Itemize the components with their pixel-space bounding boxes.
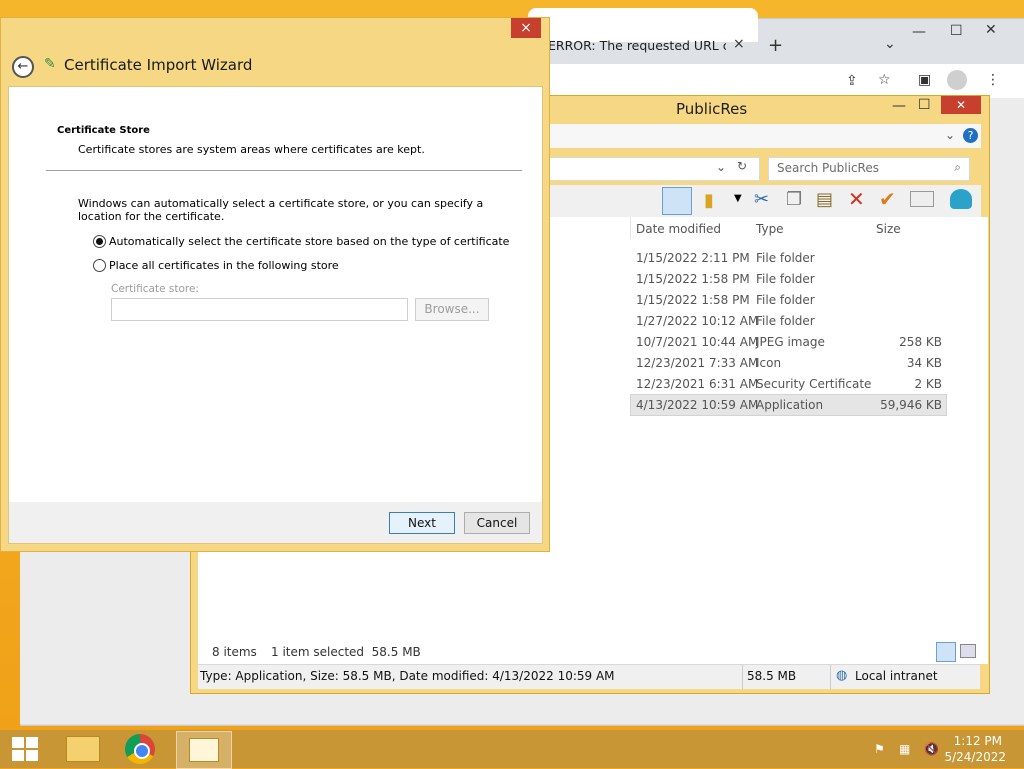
ribbon-expand-icon[interactable]: ⌄	[945, 128, 955, 142]
row-size[interactable]: 2 KB	[870, 377, 942, 391]
properties-check-icon[interactable]: ✔	[879, 187, 896, 211]
file-explorer-taskbar-icon[interactable]	[58, 731, 106, 767]
tab-close-icon[interactable]: ×	[733, 36, 745, 52]
next-button[interactable]: Next	[389, 512, 455, 534]
paste-icon[interactable]: ▤	[816, 189, 833, 210]
maximize-icon[interactable]: ☐	[950, 23, 963, 39]
volume-muted-icon[interactable]: 🔇	[924, 742, 939, 756]
address-dropdown-icon[interactable]: ⌄	[716, 160, 726, 174]
row-date[interactable]: 1/27/2022 10:12 AM	[636, 314, 758, 328]
row-date[interactable]: 4/13/2022 10:59 AM	[636, 398, 758, 412]
dialog-close-button[interactable]: ×	[511, 18, 541, 38]
chrome-tab-title[interactable]: ERROR: The requested URL could	[548, 38, 726, 53]
row-size[interactable]: 34 KB	[870, 356, 942, 370]
row-type[interactable]: Security Certificate	[756, 377, 871, 391]
browse-button[interactable]: Browse...	[415, 298, 489, 321]
chrome-taskbar-icon[interactable]	[116, 731, 164, 767]
row-size[interactable]: 59,946 KB	[870, 398, 942, 412]
help-icon[interactable]: ?	[963, 128, 978, 143]
info-details: Type: Application, Size: 58.5 MB, Date m…	[200, 669, 615, 683]
section-divider	[46, 170, 522, 171]
row-type[interactable]: File folder	[756, 272, 815, 286]
row-date[interactable]: 1/15/2022 2:11 PM	[636, 251, 750, 265]
radio-auto-select-label[interactable]: Automatically select the certificate sto…	[109, 235, 509, 248]
share-icon[interactable]: ⇪	[846, 73, 858, 89]
certificate-icon: ✎	[44, 56, 56, 72]
menu-kebab-icon[interactable]: ⋮	[986, 72, 1000, 88]
cancel-button[interactable]: Cancel	[464, 512, 530, 534]
status-selection: 1 item selected 58.5 MB	[271, 645, 421, 659]
preview-pane-icon[interactable]	[662, 187, 692, 215]
row-date[interactable]: 12/23/2021 6:31 AM	[636, 377, 758, 391]
address-bar[interactable]	[548, 157, 760, 181]
certificate-wizard-taskbar-icon[interactable]	[176, 731, 232, 769]
details-view-icon[interactable]	[936, 642, 956, 662]
chrome-tab[interactable]	[528, 8, 758, 42]
rename-icon[interactable]	[910, 191, 934, 207]
info-size: 58.5 MB	[747, 669, 797, 683]
row-date[interactable]: 1/15/2022 1:58 PM	[636, 272, 750, 286]
row-type[interactable]: Application	[756, 398, 823, 412]
tab-search-chevron-icon[interactable]: ⌄	[884, 36, 896, 52]
info-bar: Type: Application, Size: 58.5 MB, Date m…	[198, 664, 980, 689]
status-item-count: 8 items	[212, 645, 257, 659]
info-divider	[830, 665, 831, 689]
certificate-store-label: Certificate store:	[111, 283, 199, 295]
clock-date[interactable]: 5/24/2022	[940, 750, 1006, 764]
cut-icon[interactable]: ✂	[754, 189, 769, 210]
close-icon[interactable]: ✕	[985, 22, 997, 38]
explorer-ribbon	[548, 124, 981, 148]
delete-icon[interactable]: ✕	[848, 187, 865, 211]
status-bar: 8 items 1 item selected 58.5 MB	[198, 642, 988, 664]
search-placeholder: Search PublicRes	[777, 161, 879, 175]
radio-place-in-store[interactable]	[93, 259, 106, 272]
network-icon[interactable]	[950, 189, 972, 209]
dialog-title: Certificate Import Wizard	[64, 56, 253, 74]
network-tray-icon[interactable]: ▦	[899, 742, 910, 756]
copy-icon[interactable]: ❐	[786, 189, 802, 210]
row-date[interactable]: 1/15/2022 1:58 PM	[636, 293, 750, 307]
profile-avatar[interactable]	[947, 70, 967, 90]
side-panel-icon[interactable]: ▣	[918, 72, 931, 88]
info-divider	[742, 665, 743, 689]
explorer-maximize-icon[interactable]: ☐	[918, 97, 931, 113]
search-input[interactable]: Search PublicRes ⌕	[768, 157, 970, 181]
folder-view-icon[interactable]: ▮	[704, 190, 714, 211]
windows-start-icon[interactable]	[12, 737, 38, 761]
row-date[interactable]: 12/23/2021 7:33 AM	[636, 356, 758, 370]
section-heading: Certificate Store	[57, 125, 150, 136]
dropdown-arrow-icon[interactable]: ▼	[734, 193, 742, 204]
globe-icon: ◍	[836, 668, 848, 683]
section-subheading: Certificate stores are system areas wher…	[78, 143, 425, 156]
large-icons-view-icon[interactable]	[960, 644, 976, 658]
radio-place-in-store-label[interactable]: Place all certificates in the following …	[109, 259, 339, 272]
column-type[interactable]: Type	[756, 222, 784, 236]
row-type[interactable]: File folder	[756, 293, 815, 307]
clock-time[interactable]: 1:12 PM	[940, 734, 1002, 748]
dialog-button-bar	[8, 502, 543, 544]
column-date-modified[interactable]: Date modified	[636, 222, 721, 236]
new-tab-icon[interactable]: +	[768, 35, 783, 56]
back-arrow-icon[interactable]: ←	[12, 56, 34, 78]
row-type[interactable]: Icon	[756, 356, 781, 370]
radio-auto-select[interactable]	[93, 235, 106, 248]
row-date[interactable]: 10/7/2021 10:44 AM	[636, 335, 758, 349]
minimize-icon[interactable]: —	[912, 24, 926, 40]
certificate-store-field[interactable]	[111, 298, 408, 321]
explorer-title: PublicRes	[676, 100, 748, 118]
explorer-minimize-icon[interactable]: —	[892, 98, 906, 114]
row-type[interactable]: JPEG image	[756, 335, 825, 349]
search-icon: ⌕	[954, 160, 961, 174]
column-divider	[630, 217, 631, 239]
bookmark-star-icon[interactable]: ☆	[878, 72, 891, 88]
description-text: Windows can automatically select a certi…	[78, 197, 484, 223]
info-zone: Local intranet	[855, 669, 938, 683]
column-size[interactable]: Size	[876, 222, 901, 236]
row-type[interactable]: File folder	[756, 251, 815, 265]
row-size[interactable]: 258 KB	[870, 335, 942, 349]
refresh-icon[interactable]: ↻	[737, 159, 747, 173]
explorer-close-icon[interactable]: ✕	[941, 96, 981, 114]
row-type[interactable]: File folder	[756, 314, 815, 328]
action-center-flag-icon[interactable]: ⚑	[874, 742, 885, 756]
